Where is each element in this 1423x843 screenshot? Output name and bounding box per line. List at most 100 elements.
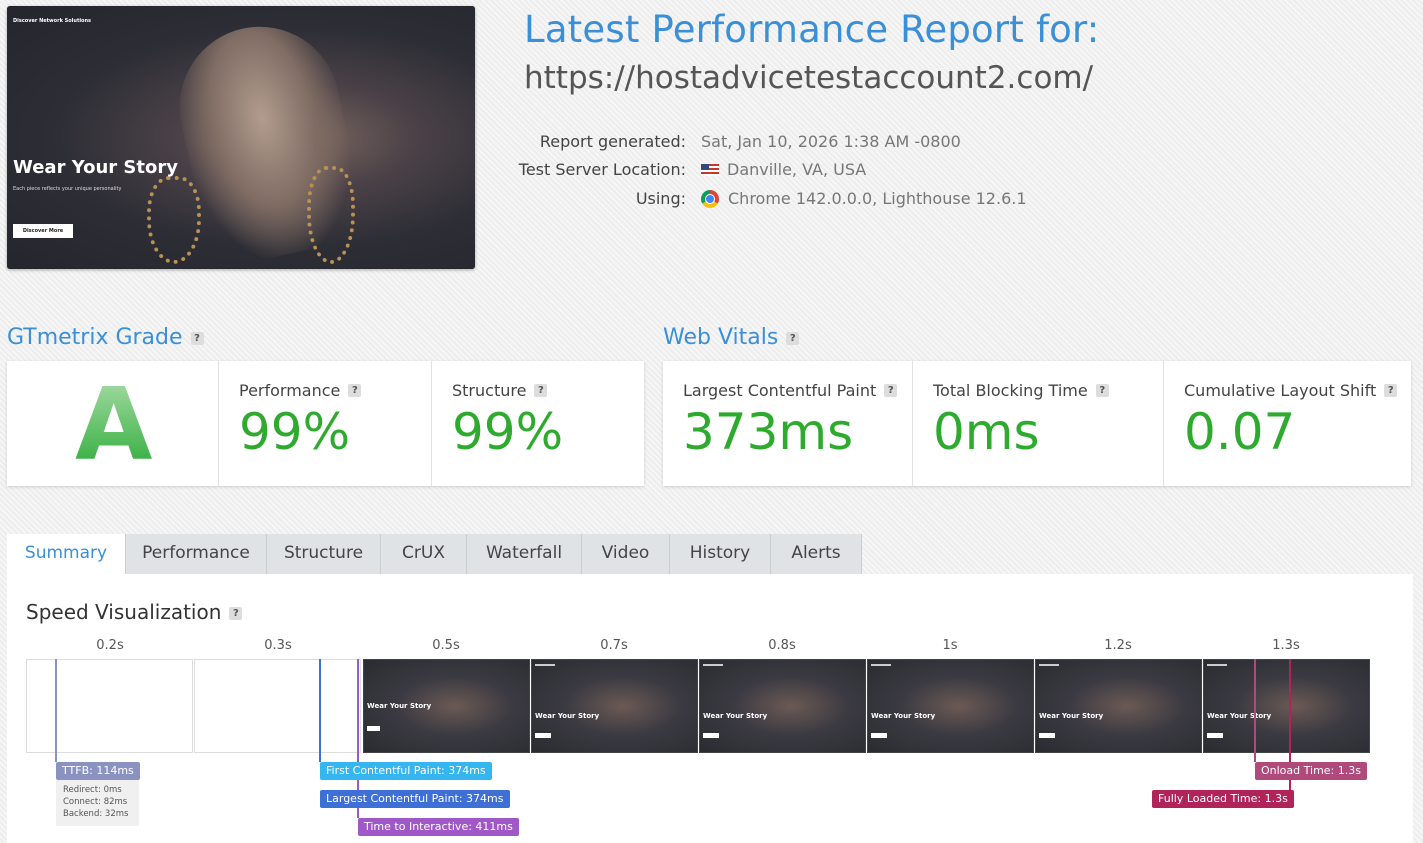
frame-button [703,733,719,738]
ttfb-backend: Backend: 32ms [63,809,129,819]
using-value: Chrome 142.0.0.0, Lighthouse 12.6.1 [728,189,1027,208]
performance-label-text: Performance [239,381,341,400]
website-screenshot[interactable]: Discover Network Solutions Wear Your Sto… [7,6,475,269]
ttfb-redirect: Redirect: 0ms [63,785,122,795]
screenshot-button: Discover More [13,224,73,238]
frame-button [1207,733,1223,738]
filmstrip-frame[interactable]: Wear Your Story [363,659,530,753]
page-title: Latest Performance Report for: [524,8,1100,51]
speed-visualization-title: Speed Visualization? [26,600,243,624]
server-location-label: Test Server Location: [518,160,686,179]
tti-marker[interactable]: Time to Interactive: 411ms [358,818,519,836]
tbt-metric: Total Blocking Time? 0ms [912,361,1163,486]
onload-line [1254,659,1256,762]
fcp-marker[interactable]: First Contentful Paint: 374ms [320,762,492,780]
cls-metric: Cumulative Layout Shift? 0.07 [1163,361,1412,486]
structure-value: 99% [452,403,564,461]
gtmetrix-grade-title-text: GTmetrix Grade [7,325,183,350]
frame-headline: Wear Your Story [367,702,432,710]
tab-history[interactable]: History [670,534,771,574]
frame-headline: Wear Your Story [871,712,936,720]
screenshot-earring-right [307,166,355,264]
frame-header [1207,664,1227,666]
frame-button [1039,733,1055,738]
web-vitals-title-text: Web Vitals [663,325,779,350]
gtmetrix-grade-title: GTmetrix Grade? [7,325,204,350]
onload-marker[interactable]: Onload Time: 1.3s [1255,762,1367,780]
frame-header [703,664,723,666]
lcp-value: 373ms [683,403,854,461]
filmstrip-frame[interactable]: Wear Your Story [531,659,698,753]
screenshot-headline: Wear Your Story [13,157,178,178]
tab-structure[interactable]: Structure [267,534,381,574]
time-label: 1.3s [1272,638,1300,653]
help-icon[interactable]: ? [786,332,800,345]
web-vitals-panel: Largest Contentful Paint? 373ms Total Bl… [663,361,1411,486]
frame-headline: Wear Your Story [535,712,600,720]
filmstrip-frame[interactable]: Wear Your Story [1035,659,1202,753]
filmstrip-frame-blank[interactable] [194,659,361,753]
help-icon[interactable]: ? [1384,384,1398,397]
using-label: Using: [635,189,686,208]
summary-panel: Speed Visualization? 0.2s 0.3s 0.5s 0.7s… [7,574,1413,843]
help-icon[interactable]: ? [884,384,898,397]
filmstrip-frame[interactable]: Wear Your Story [699,659,866,753]
ttfb-connect: Connect: 82ms [63,797,128,807]
time-label: 0.2s [96,638,124,653]
cls-label: Cumulative Layout Shift? [1184,381,1398,400]
time-label: 0.8s [768,638,796,653]
ttfb-line [55,659,57,762]
screenshot-subtext: Each piece reflects your unique personal… [13,186,122,192]
tab-performance[interactable]: Performance [126,534,267,574]
fcp-line [319,659,321,762]
tbt-value: 0ms [933,403,1040,461]
server-location-value: Danville, VA, USA [727,160,867,179]
screenshot-earring-left [147,176,201,264]
structure-label: Structure? [452,381,548,400]
ttfb-marker[interactable]: TTFB: 114ms [56,762,140,780]
screenshot-brand: Discover Network Solutions [13,18,92,24]
frame-header [1039,664,1059,666]
help-icon[interactable]: ? [1095,384,1109,397]
filmstrip-frame[interactable]: Wear Your Story [867,659,1034,753]
report-generated-label: Report generated: [539,132,686,151]
speed-visualization-title-text: Speed Visualization [26,600,222,624]
tab-summary[interactable]: Summary [7,534,126,574]
us-flag-icon [701,164,719,176]
frame-headline: Wear Your Story [703,712,768,720]
tbt-label: Total Blocking Time? [933,381,1109,400]
help-icon[interactable]: ? [190,332,204,345]
time-label: 0.7s [600,638,628,653]
grade-letter: A [75,366,153,483]
structure-label-text: Structure [452,381,527,400]
time-label: 0.5s [432,638,460,653]
ttfb-detail: Redirect: 0ms Connect: 82ms Backend: 32m… [56,780,139,826]
fully-loaded-marker[interactable]: Fully Loaded Time: 1.3s [1152,790,1294,808]
frame-header [535,664,555,666]
filmstrip-frame-blank[interactable] [26,659,193,753]
time-label: 0.3s [264,638,292,653]
structure-score: Structure? 99% [431,361,644,486]
performance-score: Performance? 99% [218,361,431,486]
gtmetrix-grade-panel: A Performance? 99% Structure? 99% [7,361,644,486]
tab-alerts[interactable]: Alerts [771,534,862,574]
help-icon[interactable]: ? [534,384,548,397]
lcp-label: Largest Contentful Paint? [683,381,898,400]
frame-button [871,733,887,738]
frame-header [871,664,891,666]
lcp-marker[interactable]: Largest Contentful Paint: 374ms [320,790,510,808]
lcp-metric: Largest Contentful Paint? 373ms [663,361,912,486]
tbt-label-text: Total Blocking Time [933,381,1088,400]
tab-video[interactable]: Video [582,534,670,574]
filmstrip-frame[interactable]: Wear Your Story [1203,659,1370,753]
report-generated-value: Sat, Jan 10, 2026 1:38 AM -0800 [701,132,961,151]
lcp-label-text: Largest Contentful Paint [683,381,877,400]
time-label: 1s [942,638,958,653]
performance-label: Performance? [239,381,362,400]
tab-waterfall[interactable]: Waterfall [467,534,582,574]
help-icon[interactable]: ? [348,384,362,397]
tab-crux[interactable]: CrUX [381,534,467,574]
chrome-icon [701,190,719,208]
help-icon[interactable]: ? [229,607,243,620]
using: Chrome 142.0.0.0, Lighthouse 12.6.1 [701,189,1027,208]
